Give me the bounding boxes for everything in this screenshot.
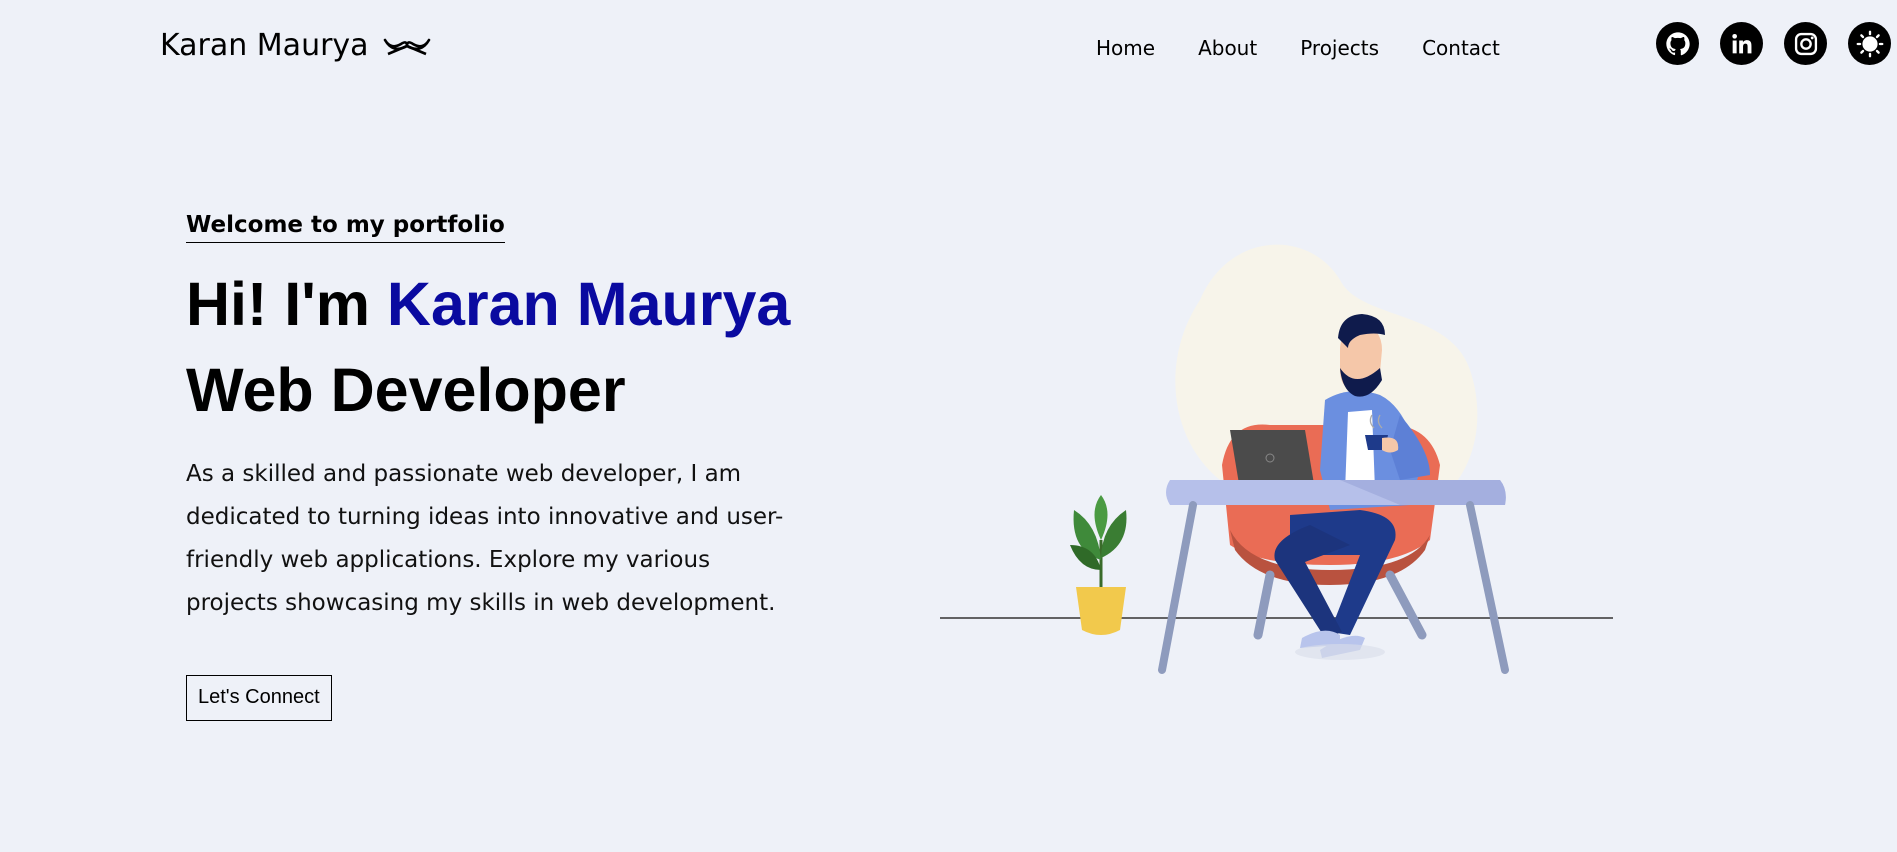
welcome-label: Welcome to my portfolio <box>186 212 505 243</box>
hero-description: As a skilled and passionate web develope… <box>186 461 784 616</box>
instagram-icon <box>1794 32 1817 55</box>
nav-about[interactable]: About <box>1198 36 1257 60</box>
theme-toggle-button[interactable] <box>1848 22 1891 65</box>
instagram-link[interactable] <box>1784 22 1827 65</box>
linkedin-icon <box>1731 33 1751 53</box>
mustache-icon <box>383 38 430 55</box>
lets-connect-button[interactable]: Let's Connect <box>186 675 332 721</box>
theme-toggle-icon <box>1856 30 1883 57</box>
hero-name: Karan Maurya <box>386 270 791 338</box>
github-link[interactable] <box>1656 22 1699 65</box>
social-links <box>1656 22 1891 65</box>
hero-role: Web Developer <box>186 356 626 424</box>
main-nav: Home About Projects Contact <box>1096 36 1500 60</box>
logo-text: Karan Maurya <box>160 28 369 63</box>
nav-home[interactable]: Home <box>1096 36 1155 60</box>
portfolio-page: Karan Maurya Home About Projects Contact <box>0 0 1897 852</box>
site-logo[interactable]: Karan Maurya <box>160 28 431 63</box>
nav-contact[interactable]: Contact <box>1422 36 1500 60</box>
hero-headline: Hi! I'm Karan Maurya Web Developer <box>186 261 826 433</box>
nav-projects[interactable]: Projects <box>1300 36 1379 60</box>
developer-illustration <box>940 244 1613 674</box>
hero-section: Welcome to my portfolio Hi! I'm Karan Ma… <box>186 212 826 721</box>
greeting-text: Hi! I'm <box>186 270 387 338</box>
linkedin-link[interactable] <box>1720 22 1763 65</box>
greeting-line: Hi! I'm Karan Maurya <box>186 261 826 347</box>
github-icon <box>1665 31 1690 55</box>
potted-plant <box>1070 495 1127 635</box>
